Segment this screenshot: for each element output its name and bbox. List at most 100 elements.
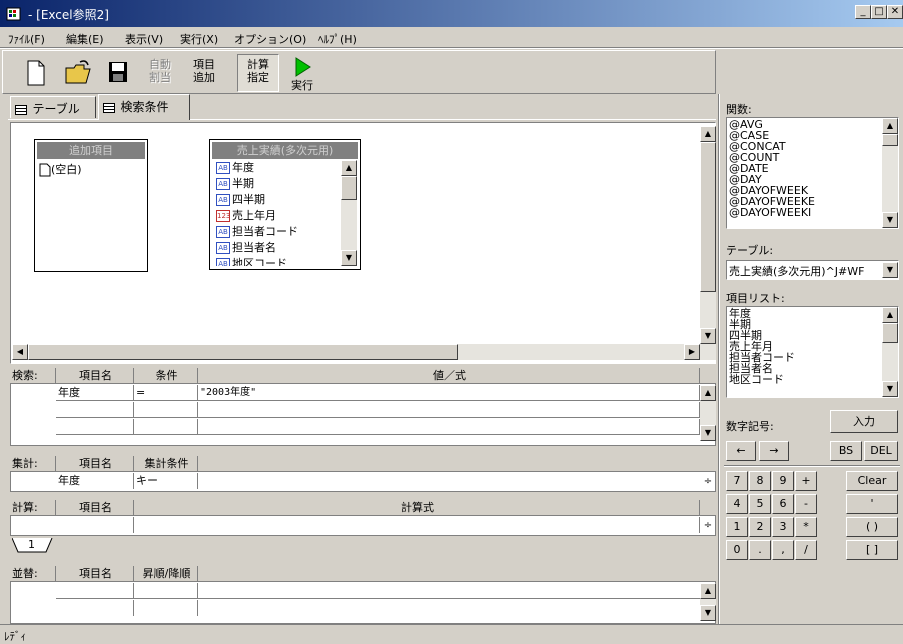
canvas-vscroll[interactable]: ▲ ▼ bbox=[700, 126, 716, 344]
auto-split-button[interactable]: 自動 割当 bbox=[140, 53, 180, 93]
canvas-vscroll-thumb[interactable] bbox=[700, 142, 716, 292]
canvas-hscroll-left[interactable]: ◀ bbox=[12, 344, 28, 360]
search-row-empty-cond[interactable] bbox=[134, 419, 198, 434]
keypad-key[interactable]: 9 bbox=[772, 471, 794, 491]
add-item-button[interactable]: 項目 追加 bbox=[184, 53, 224, 93]
delete-button[interactable]: DEL bbox=[864, 441, 898, 461]
sort-row[interactable] bbox=[56, 600, 700, 616]
canvas-vscroll-down[interactable]: ▼ bbox=[700, 328, 716, 344]
bracket-button[interactable]: [ ] bbox=[846, 540, 898, 560]
search-scroll-down[interactable]: ▼ bbox=[700, 425, 716, 441]
table-field-item[interactable]: AB 担当者コード bbox=[212, 224, 340, 240]
sort-row-order[interactable] bbox=[134, 583, 198, 598]
search-row-empty-cond[interactable] bbox=[134, 402, 198, 417]
chevron-down-icon[interactable]: ▼ bbox=[882, 262, 898, 278]
keypad-key[interactable]: , bbox=[772, 540, 794, 560]
functions-scroll-thumb[interactable] bbox=[882, 134, 898, 146]
items-scroll-up[interactable]: ▲ bbox=[882, 307, 898, 323]
search-scroll-up[interactable]: ▲ bbox=[700, 385, 716, 401]
save-button[interactable] bbox=[106, 53, 130, 93]
app-icon[interactable] bbox=[6, 5, 22, 21]
backspace-button[interactable]: BS bbox=[830, 441, 862, 461]
tab-search[interactable]: 検索条件 bbox=[98, 94, 190, 120]
keypad-key[interactable]: 5 bbox=[749, 494, 771, 514]
keypad-key[interactable]: 8 bbox=[749, 471, 771, 491]
item-list-entry[interactable]: 年度 bbox=[729, 308, 898, 319]
open-file-button[interactable] bbox=[64, 53, 92, 93]
keypad-key[interactable]: / bbox=[795, 540, 817, 560]
run-button[interactable]: 実行 bbox=[286, 53, 318, 93]
menu-help[interactable]: ﾍﾙﾌﾟ(H) bbox=[318, 31, 357, 47]
search-row-empty-item[interactable] bbox=[56, 419, 134, 434]
items-scroll-down[interactable]: ▼ bbox=[882, 381, 898, 397]
search-row-empty-value[interactable] bbox=[198, 402, 700, 417]
table-field-box[interactable]: 売上実績(多次元用) AB 年度 AB 半期 AB 四半期 123 売上年月 AB 担当者コード A… bbox=[209, 139, 361, 270]
keypad-key[interactable]: 4 bbox=[726, 494, 748, 514]
calc-row[interactable] bbox=[56, 517, 700, 533]
sort-scrollbar[interactable]: ▲ ▼ bbox=[700, 583, 716, 621]
items-scrollbar[interactable]: ▲ ▼ bbox=[882, 307, 898, 397]
search-row-empty[interactable] bbox=[56, 419, 700, 435]
keypad-key[interactable]: 2 bbox=[749, 517, 771, 537]
sort-row-order[interactable] bbox=[134, 600, 198, 616]
added-items-box[interactable]: 追加項目 (空白) bbox=[34, 139, 148, 272]
keypad-key[interactable]: 3 bbox=[772, 517, 794, 537]
search-row-empty[interactable] bbox=[56, 402, 700, 418]
minimize-button[interactable]: _ bbox=[855, 5, 871, 19]
functions-scroll-down[interactable]: ▼ bbox=[882, 212, 898, 228]
field-scroll-up[interactable]: ▲ bbox=[341, 160, 357, 176]
sort-row-item[interactable] bbox=[56, 583, 134, 598]
canvas-hscroll-thumb[interactable] bbox=[28, 344, 458, 360]
aggregate-spinner[interactable]: ÷ bbox=[700, 476, 716, 490]
keypad-key[interactable]: 0 bbox=[726, 540, 748, 560]
new-file-button[interactable] bbox=[24, 53, 48, 93]
clear-button[interactable]: Clear bbox=[846, 471, 898, 491]
quote-button[interactable]: ' bbox=[846, 494, 898, 514]
search-row-cond[interactable]: = bbox=[134, 385, 198, 400]
close-button[interactable]: ✕ bbox=[887, 5, 903, 19]
calc-row-item[interactable] bbox=[56, 517, 134, 533]
calc-tab-1[interactable]: 1 bbox=[11, 537, 56, 554]
sort-scroll-up[interactable]: ▲ bbox=[700, 583, 716, 599]
table-field-item[interactable]: AB 半期 bbox=[212, 176, 340, 192]
table-field-item[interactable]: AB 四半期 bbox=[212, 192, 340, 208]
table-select[interactable]: 売上実績(多次元用)^J#WF ▼ bbox=[726, 260, 899, 280]
menu-file[interactable]: ﾌｧｲﾙ(F) bbox=[8, 31, 45, 47]
sort-scroll-down[interactable]: ▼ bbox=[700, 605, 716, 621]
maximize-button[interactable]: □ bbox=[871, 5, 887, 19]
calc-spinner[interactable]: ÷ bbox=[700, 520, 716, 534]
canvas-hscroll-right[interactable]: ▶ bbox=[684, 344, 700, 360]
functions-scrollbar[interactable]: ▲ ▼ bbox=[882, 118, 898, 228]
input-button[interactable]: 入力 bbox=[830, 410, 898, 433]
field-scroll-thumb[interactable] bbox=[341, 176, 357, 200]
arrow-left-button[interactable]: ← bbox=[726, 441, 756, 461]
field-scroll-down[interactable]: ▼ bbox=[341, 250, 357, 266]
calc-row-expr[interactable] bbox=[134, 517, 700, 533]
functions-list[interactable]: @AVG @CASE @CONCAT @COUNT @DATE @DAY @DAYOFWEE… bbox=[726, 117, 899, 229]
menu-run[interactable]: 実行(X) bbox=[180, 31, 218, 47]
table-field-item[interactable]: AB 年度 bbox=[212, 160, 340, 176]
keypad-key[interactable]: 7 bbox=[726, 471, 748, 491]
calc-assign-button[interactable]: 計算 指定 bbox=[237, 54, 279, 92]
search-row-empty-item[interactable] bbox=[56, 402, 134, 417]
items-list[interactable]: 年度 半期 四半期 売上年月 担当者コード 担当者名 地区コード ▲ ▼ bbox=[726, 306, 899, 398]
search-row-empty-value[interactable] bbox=[198, 419, 700, 434]
added-item-blank[interactable]: (空白) bbox=[35, 161, 147, 177]
item-list-entry[interactable]: 地区コード bbox=[729, 374, 898, 385]
tab-table[interactable]: テーブル bbox=[10, 96, 96, 118]
menu-edit[interactable]: 編集(E) bbox=[66, 31, 104, 47]
search-row-item[interactable]: 年度 bbox=[56, 385, 134, 400]
search-row[interactable]: 年度 = "2003年度" bbox=[56, 385, 700, 401]
sort-row-item[interactable] bbox=[56, 600, 134, 616]
menu-options[interactable]: オプション(O) bbox=[234, 31, 306, 47]
arrow-right-button[interactable]: → bbox=[759, 441, 789, 461]
keypad-key[interactable]: + bbox=[795, 471, 817, 491]
table-field-item[interactable]: 123 売上年月 bbox=[212, 208, 340, 224]
search-scrollbar[interactable]: ▲ ▼ bbox=[700, 385, 716, 441]
table-field-item[interactable]: AB 地区コード bbox=[212, 256, 340, 266]
sort-row[interactable] bbox=[56, 583, 700, 599]
aggregate-row[interactable]: 年度 キー bbox=[56, 473, 700, 489]
aggregate-row-cond[interactable]: キー bbox=[134, 473, 198, 489]
keypad-key[interactable]: * bbox=[795, 517, 817, 537]
functions-scroll-up[interactable]: ▲ bbox=[882, 118, 898, 134]
